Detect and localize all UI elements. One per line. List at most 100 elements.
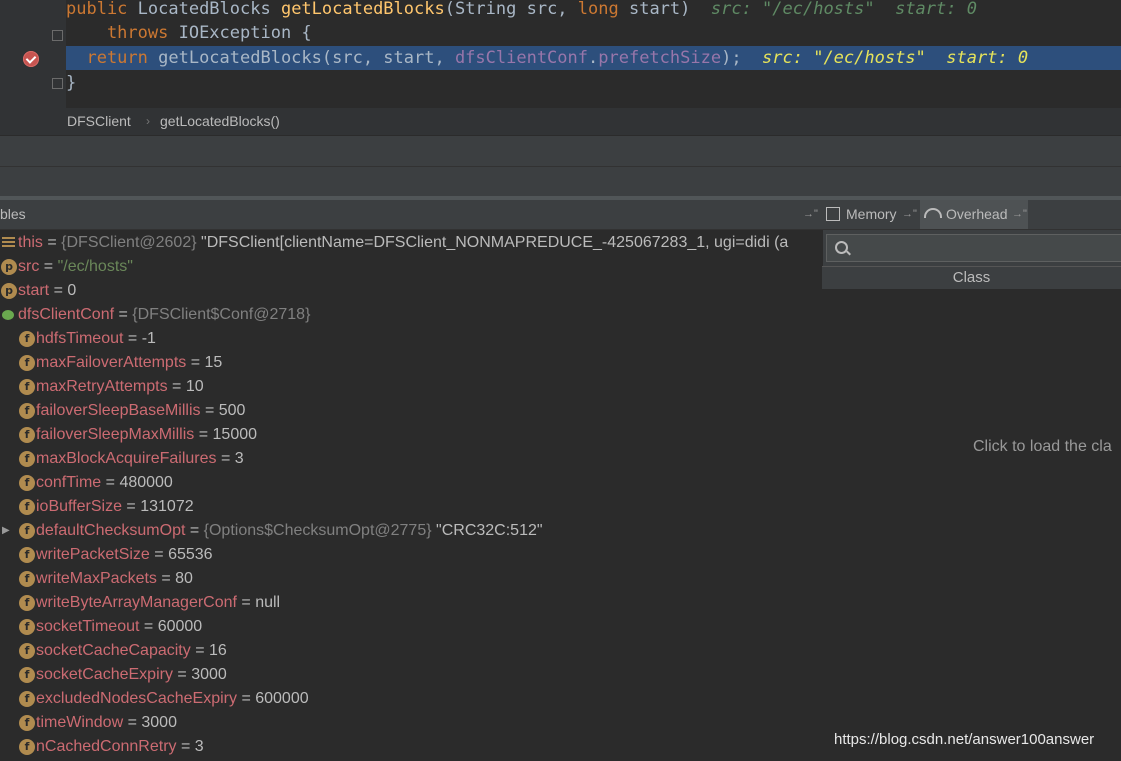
variable-name: this [18,234,43,251]
load-classes-hint[interactable]: Click to load the cla [973,438,1112,456]
variable-value: 16 [208,642,227,659]
field-icon: f [19,499,35,515]
variable-name: failoverSleepMaxMillis [36,426,195,443]
field-icon: f [19,379,35,395]
breadcrumb-item-method[interactable]: getLocatedBlocks() [160,108,280,135]
variable-row[interactable]: p start = 0 [0,279,822,303]
variable-value: 131072 [140,498,194,515]
pin-tab-icon[interactable]: →" [902,200,917,229]
variable-row[interactable]: p src = "/ec/hosts" [0,255,822,279]
field-icon: f [19,547,35,563]
code-token: } [66,73,77,93]
variable-row[interactable]: f failoverSleepBaseMillis = 500 [0,399,822,423]
code-line-1[interactable]: public LocatedBlocks getLocatedBlocks(St… [66,0,1121,21]
variable-name: maxRetryAttempts [36,378,168,395]
variable-row[interactable]: f socketTimeout = 60000 [0,615,822,639]
code-token: dfsClientConf [454,48,588,68]
variable-value: 500 [218,402,246,419]
field-icon: f [19,403,35,419]
variable-row[interactable]: ▶ f defaultChecksumOpt = {Options$Checksum… [0,519,822,543]
variable-ref: {DFSClient$Conf@2718} [132,306,311,323]
variable-name: maxBlockAcquireFailures [36,450,217,467]
pin-tab-icon[interactable]: →" [1012,200,1027,229]
variable-row[interactable]: f timeWindow = 3000 [0,711,822,735]
class-search-input[interactable] [826,234,1121,262]
variable-row[interactable]: f failoverSleepMaxMillis = 15000 [0,423,822,447]
variable-name: writeByteArrayManagerConf [36,594,237,611]
variable-name: socketTimeout [36,618,140,635]
variable-row[interactable]: f ioBufferSize = 131072 [0,495,822,519]
tab-overhead[interactable]: Overhead →" [920,200,1028,229]
variable-name: socketCacheCapacity [36,642,191,659]
variable-value: 0 [67,282,77,299]
class-column-header[interactable]: Class [822,266,1121,290]
variables-header: bles →" [0,200,822,230]
variable-name: socketCacheExpiry [36,666,173,683]
variable-row[interactable]: f writeByteArrayManagerConf = null [0,591,822,615]
gauge-icon [924,208,942,218]
variables-title: bles [0,206,26,222]
watch-icon [1,307,17,323]
variable-row[interactable]: f excludedNodesCacheExpiry = 600000 [0,687,822,711]
variable-value: null [255,594,281,611]
variable-value: 10 [185,378,204,395]
variable-row[interactable]: f maxRetryAttempts = 10 [0,375,822,399]
pin-tab-icon[interactable]: →" [803,200,818,229]
variable-value: "CRC32C:512" [436,522,543,539]
variable-row[interactable]: f maxBlockAcquireFailures = 3 [0,447,822,471]
variable-name: ioBufferSize [36,498,122,515]
field-icon: f [19,523,35,539]
breadcrumb-item-class[interactable]: DFSClient [67,108,131,135]
field-icon: f [19,739,35,755]
field-icon: f [19,331,35,347]
variable-name: start [18,282,50,299]
variable-value: "/ec/hosts" [57,258,133,275]
variable-value: 15 [204,354,223,371]
inline-value-hint: src: "/ec/hosts" start: 0 [710,0,977,19]
variable-row[interactable]: this = {DFSClient@2602} "DFSClient[clien… [0,231,822,255]
variable-name: timeWindow [36,714,124,731]
variable-row[interactable]: dfsClientConf = {DFSClient$Conf@2718} [0,303,822,327]
variables-tree[interactable]: this = {DFSClient@2602} "DFSClient[clien… [0,231,822,761]
class-list[interactable] [822,289,1121,761]
expand-arrow-icon[interactable]: ▶ [2,519,10,543]
code-editor[interactable]: public LocatedBlocks getLocatedBlocks(St… [0,0,1121,108]
variable-name: dfsClientConf [18,306,115,323]
variable-row[interactable]: f maxFailoverAttempts = 15 [0,351,822,375]
variable-name: writePacketSize [36,546,150,563]
code-token: start) [628,0,711,19]
code-line-4[interactable]: } [66,71,1121,95]
variable-row[interactable]: f socketCacheExpiry = 3000 [0,663,822,687]
code-line-2[interactable]: throws IOException { [66,21,1121,45]
variable-row[interactable]: f writeMaxPackets = 80 [0,567,822,591]
variable-name: defaultChecksumOpt [36,522,186,539]
field-icon: f [19,595,35,611]
tab-memory[interactable]: Memory →" [824,200,918,229]
tab-memory-label: Memory [846,206,897,222]
variable-name: hdfsTimeout [36,330,124,347]
breakpoint-icon[interactable] [23,51,39,67]
variable-value: 600000 [255,690,309,707]
fold-marker-icon[interactable] [52,30,63,41]
fold-marker-icon[interactable] [52,78,63,89]
variable-row[interactable]: f confTime = 480000 [0,471,822,495]
field-icon: f [19,715,35,731]
variable-row[interactable]: f hdfsTimeout = -1 [0,327,822,351]
variable-value: -1 [141,330,156,347]
variable-row[interactable]: f nCachedConnRetry = 3 [0,735,822,759]
variable-row[interactable]: f writePacketSize = 65536 [0,543,822,567]
field-icon: f [19,355,35,371]
variable-value: 3000 [141,714,177,731]
field-icon: f [19,619,35,635]
code-token: throws [66,23,179,43]
variable-row[interactable]: f socketCacheCapacity = 16 [0,639,822,663]
variable-value: 60000 [157,618,203,635]
breadcrumb-separator: › [146,114,150,128]
breadcrumb: DFSClient › getLocatedBlocks() [0,108,1121,135]
search-icon [835,241,848,254]
debug-tabs-bar [0,166,1121,197]
code-line-current[interactable]: return getLocatedBlocks(src, start, dfsC… [66,46,1121,70]
variable-name: confTime [36,474,102,491]
code-token: (String src, [444,0,578,19]
memory-tabs: Memory →" Overhead →" [822,200,1121,230]
